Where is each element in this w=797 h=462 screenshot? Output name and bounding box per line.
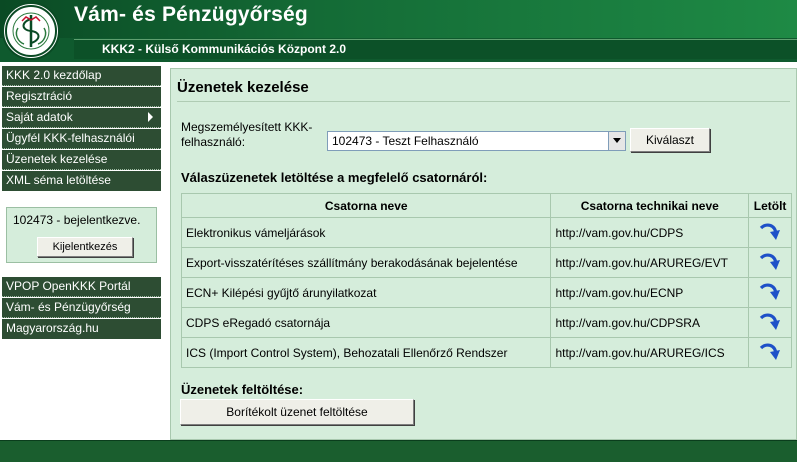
sidebar-item-own-data[interactable]: Saját adatok [2,108,161,128]
download-cell [748,307,792,338]
table-row: ECN+ Kilépési gyűjtő árunyilatkozat http… [180,277,792,308]
download-arrow-icon[interactable] [758,222,782,244]
channels-table: Csatorna neve Csatorna technikai neve Le… [180,193,792,368]
user-select-value: 102473 - Teszt Felhasználó [332,134,479,148]
triangle-right-icon [148,112,153,122]
user-select[interactable]: 102473 - Teszt Felhasználó [327,131,626,151]
column-header-tech: Csatorna technikai neve [550,193,750,218]
channel-name: Elektronikus vámeljárások [180,217,552,248]
sidebar-item-client-users[interactable]: Ügyfél KKK-felhasználói [2,129,161,149]
site-subtitle: KKK2 - Külső Kommunikációs Központ 2.0 [102,42,347,56]
site-title: Vám- és Pénzügyőrség [74,3,308,26]
download-cell [748,247,792,278]
upload-envelope-button[interactable]: Borítékolt üzenet feltöltése [180,399,414,425]
download-arrow-icon[interactable] [758,312,782,334]
channel-tech-name: http://vam.gov.hu/ARUREG/EVT [550,247,750,278]
channel-tech-name: http://vam.gov.hu/ARUREG/ICS [550,337,750,368]
table-row: Elektronikus vámeljárások http://vam.gov… [180,217,792,248]
logout-button[interactable]: Kijelentkezés [37,237,133,257]
subtitle-bar: KKK2 - Külső Kommunikációs Központ 2.0 [74,39,797,59]
channel-tech-name: http://vam.gov.hu/ECNP [550,277,750,308]
sidebar-item-home[interactable]: KKK 2.0 kezdőlap [2,66,161,86]
table-row: ICS (Import Control System), Behozatali … [180,337,792,368]
download-cell [748,277,792,308]
sidebar-item-label: Saját adatok [6,110,73,124]
login-status: 102473 - bejelentkezve. [13,213,141,227]
column-header-name: Csatorna neve [180,193,552,218]
download-arrow-icon[interactable] [758,342,782,364]
sidebar-item-messages[interactable]: Üzenetek kezelése [2,150,161,170]
user-select-label: Megszemélyesített KKK-felhasználó: [181,120,313,149]
download-arrow-icon[interactable] [758,282,782,304]
sidebar-item-xml-schema[interactable]: XML séma letöltése [2,171,161,191]
table-row: Export-visszatérítéses szállítmány berak… [180,247,792,278]
chevron-down-icon[interactable] [608,132,625,150]
download-cell [748,217,792,248]
messages-panel: Üzenetek kezelése Megszemélyesített KKK-… [170,68,797,440]
sidebar-link-openkkk[interactable]: VPOP OpenKKK Portál [2,277,161,297]
table-header-row: Csatorna neve Csatorna technikai neve Le… [180,193,792,218]
download-cell [748,337,792,368]
table-row: CDPS eRegadó csatornája http://vam.gov.h… [180,307,792,338]
sidebar-link-magyarorszag[interactable]: Magyarország.hu [2,319,161,339]
customs-emblem-icon [2,2,60,60]
sidebar: KKK 2.0 kezdőlap Regisztráció Saját adat… [0,66,163,440]
page-footer [0,440,797,462]
site-header: Vám- és Pénzügyőrség KKK2 - Külső Kommun… [0,0,797,62]
sidebar-item-registration[interactable]: Regisztráció [2,87,161,107]
download-arrow-icon[interactable] [758,252,782,274]
channel-name: CDPS eRegadó csatornája [180,307,552,338]
login-panel: 102473 - bejelentkezve. Kijelentkezés [6,207,157,263]
page-title: Üzenetek kezelése [177,79,309,96]
title-divider [177,101,790,102]
channel-tech-name: http://vam.gov.hu/CDPSRA [550,307,750,338]
upload-section-title: Üzenetek feltöltése: [181,382,304,397]
channel-name: ECN+ Kilépési gyűjtő árunyilatkozat [180,277,552,308]
download-section-title: Válaszüzenetek letöltése a megfelelő csa… [181,170,488,185]
main-content: Üzenetek kezelése Megszemélyesített KKK-… [164,62,797,440]
select-user-button[interactable]: Kiválaszt [630,128,710,152]
channel-tech-name: http://vam.gov.hu/CDPS [550,217,750,248]
column-header-download: Letölt [748,193,792,218]
channel-name: ICS (Import Control System), Behozatali … [180,337,552,368]
channel-name: Export-visszatérítéses szállítmány berak… [180,247,552,278]
sidebar-link-customs[interactable]: Vám- és Pénzügyőrség [2,298,161,318]
